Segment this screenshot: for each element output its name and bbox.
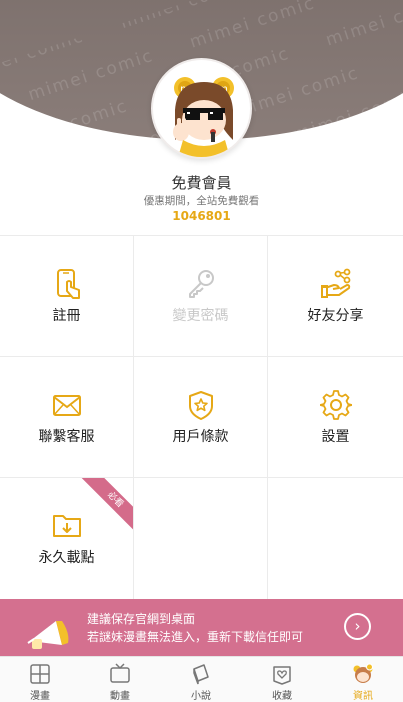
- tab-info[interactable]: 資訊: [323, 657, 403, 702]
- avatar[interactable]: m m: [151, 58, 252, 159]
- tab-favorites[interactable]: 收藏: [242, 657, 322, 702]
- heart-frame-icon: [273, 666, 291, 685]
- menu-grid: 註冊 變更密碼 好友分享 聯繫客服 用戶條款 設置 必看 永久載點: [0, 235, 403, 600]
- menu-item-terms[interactable]: 用戶條款: [134, 357, 268, 478]
- tab-novels[interactable]: 小說: [161, 657, 241, 702]
- save-site-banner[interactable]: 建議保存官網到桌面 若謎妹漫畫無法進入，重新下載信任即可 ›: [0, 599, 403, 656]
- banner-line-2: 若謎妹漫畫無法進入，重新下載信任即可: [87, 630, 304, 644]
- gear-icon: [319, 390, 352, 420]
- tab-label: 動畫: [110, 691, 130, 702]
- menu-item-permanent-link[interactable]: 必看 永久載點: [0, 478, 134, 600]
- share-hand-icon: [320, 268, 350, 298]
- novel-book-icon: [193, 664, 209, 685]
- menu-item-label: 好友分享: [307, 308, 364, 324]
- shield-star-icon: [188, 391, 213, 420]
- watermark-row: mimei comic: [187, 0, 318, 53]
- menu-item-label: 用戶條款: [172, 429, 229, 445]
- watermark-row: mimei comic: [323, 0, 403, 51]
- menu-empty-cell: [134, 478, 268, 600]
- menu-item-change-password[interactable]: 變更密碼: [134, 236, 268, 357]
- menu-item-share[interactable]: 好友分享: [268, 236, 403, 357]
- tab-label: 收藏: [272, 691, 292, 702]
- member-id: 1046801: [172, 209, 231, 223]
- tab-comics[interactable]: 漫畫: [0, 657, 80, 702]
- menu-item-label: 註冊: [52, 308, 81, 324]
- mail-icon: [52, 395, 81, 416]
- tab-label: 資訊: [353, 691, 373, 702]
- menu-item-register[interactable]: 註冊: [0, 236, 134, 357]
- banner-arrow-button[interactable]: ›: [344, 613, 371, 640]
- tab-label: 漫畫: [30, 691, 50, 702]
- menu-item-label: 永久載點: [38, 550, 95, 566]
- mascot-avatar-icon: m m: [173, 77, 234, 157]
- menu-item-label: 設置: [321, 429, 350, 445]
- phone-tap-icon: [56, 269, 80, 299]
- menu-item-label: 變更密碼: [172, 308, 229, 324]
- menu-item-label: 聯繫客服: [38, 429, 95, 445]
- menu-empty-cell: [268, 478, 403, 600]
- profile-avatar-icon: [353, 663, 373, 683]
- tab-anime[interactable]: 動畫: [80, 657, 160, 702]
- megaphone-icon: [27, 621, 69, 649]
- tv-icon: [110, 663, 130, 683]
- tab-label: 小說: [191, 691, 211, 702]
- member-level-title: 免費會員: [171, 174, 232, 192]
- must-see-badge: 必看: [81, 478, 133, 534]
- key-icon: [188, 270, 214, 298]
- banner-line-1: 建議保存官網到桌面: [87, 612, 196, 626]
- bottom-tab-bar: 漫畫 動畫 小說 收藏 資訊: [0, 656, 403, 702]
- member-promo-subtitle: 優惠期間，全站免費觀看: [143, 195, 260, 207]
- folder-download-icon: [52, 515, 81, 537]
- grid-book-icon: [30, 664, 50, 684]
- menu-item-settings[interactable]: 設置: [268, 357, 403, 478]
- menu-item-contact-support[interactable]: 聯繫客服: [0, 357, 134, 478]
